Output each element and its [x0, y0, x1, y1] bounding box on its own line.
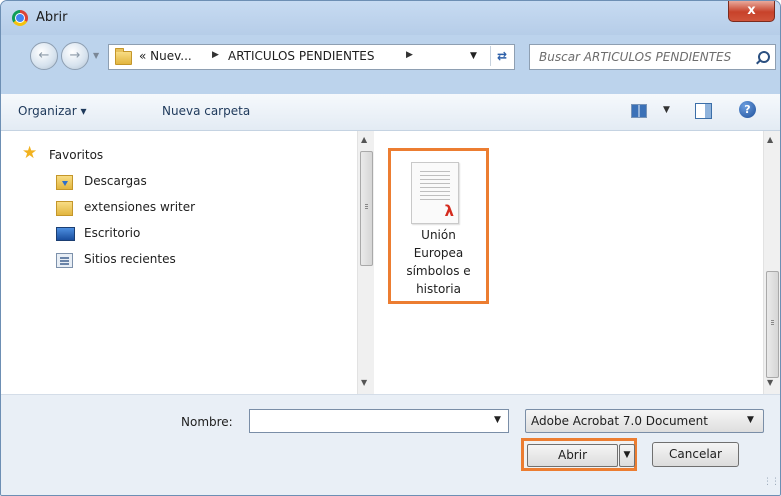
- downloads-folder-icon: [56, 175, 73, 190]
- open-button[interactable]: Abrir: [527, 444, 618, 467]
- file-type-select[interactable]: Adobe Acrobat 7.0 Document ▼: [525, 409, 764, 433]
- sidebar-item-label: extensiones writer: [84, 200, 196, 214]
- resize-grip-icon[interactable]: ⋮⋮: [763, 477, 780, 487]
- chevron-down-icon: ▼: [747, 415, 754, 425]
- navigation-pane: ★ Favoritos Descargas extensiones writer…: [1, 131, 357, 394]
- scroll-grip-icon: [365, 204, 368, 205]
- open-file-dialog: Abrir x ← → ▼ « Nuev... ▶ ARTICULOS PEND…: [0, 0, 781, 496]
- new-folder-button[interactable]: Nueva carpeta: [162, 104, 250, 118]
- sidebar-item-label: Sitios recientes: [84, 252, 176, 266]
- organize-button[interactable]: Organizar ▾: [18, 104, 87, 118]
- refresh-icon: ⇄: [496, 49, 508, 63]
- scroll-down-icon[interactable]: ▼: [361, 378, 367, 387]
- chrome-app-icon: [12, 10, 28, 26]
- scrollbar-thumb[interactable]: [766, 271, 779, 378]
- back-button[interactable]: ←: [30, 42, 58, 70]
- scroll-up-icon[interactable]: ▲: [361, 135, 367, 144]
- bottom-panel: Nombre: ▼ Adobe Acrobat 7.0 Document ▼ A…: [1, 394, 780, 495]
- recent-locations-dropdown-icon[interactable]: ▼: [93, 51, 99, 60]
- sidebar-item-label: Escritorio: [84, 226, 141, 240]
- file-name-label: Nombre:: [181, 415, 233, 429]
- open-button-group: Abrir ▼: [521, 438, 637, 471]
- open-options-dropdown[interactable]: ▼: [619, 444, 635, 467]
- desktop-icon: [56, 227, 75, 241]
- file-pane-scrollbar[interactable]: ▲ ▼: [763, 131, 780, 394]
- star-icon: ★: [22, 143, 38, 163]
- pdf-file-icon: λ: [411, 162, 459, 224]
- search-box[interactable]: [529, 44, 776, 70]
- address-row: ← → ▼ « Nuev... ▶ ARTICULOS PENDIENTES ▶…: [1, 39, 780, 73]
- view-options-dropdown-icon[interactable]: ▼: [663, 105, 670, 115]
- breadcrumb-item-parent[interactable]: « Nuev...: [139, 49, 192, 63]
- file-name-line: Europea: [413, 246, 464, 260]
- scroll-up-icon[interactable]: ▲: [767, 135, 773, 144]
- document-lines: [420, 171, 450, 201]
- folder-icon: [56, 201, 73, 216]
- close-button[interactable]: x: [728, 1, 775, 22]
- forward-arrow-icon: →: [69, 48, 81, 63]
- file-name-dropdown-icon[interactable]: ▼: [494, 415, 501, 425]
- file-name-field[interactable]: [249, 409, 509, 433]
- scroll-grip-icon: [771, 320, 774, 321]
- cancel-button[interactable]: Cancelar: [652, 442, 739, 467]
- preview-pane-icon[interactable]: [695, 103, 712, 119]
- folder-icon: [115, 48, 132, 65]
- file-item-union-europea[interactable]: λ Unión Europea símbolos e historia: [388, 148, 489, 304]
- help-icon[interactable]: ?: [739, 101, 756, 118]
- scroll-down-icon[interactable]: ▼: [767, 378, 773, 387]
- command-toolbar: Organizar ▾ Nueva carpeta ▼ ?: [1, 94, 780, 131]
- sidebar-item-label: Favoritos: [49, 148, 104, 162]
- breadcrumb-separator-icon[interactable]: ▶: [212, 50, 219, 60]
- scrollbar-thumb[interactable]: [360, 151, 373, 266]
- file-list-pane: λ Unión Europea símbolos e historia: [374, 131, 763, 394]
- file-name-line: símbolos e: [406, 264, 471, 278]
- file-name-line: historia: [416, 282, 461, 296]
- address-dropdown-icon[interactable]: ▼: [470, 51, 477, 61]
- title-bar: Abrir x: [1, 1, 780, 35]
- navigation-pane-scrollbar[interactable]: ▲ ▼: [357, 131, 374, 394]
- file-type-value: Adobe Acrobat 7.0 Document: [531, 414, 708, 428]
- file-name: Unión Europea símbolos e historia: [391, 226, 486, 298]
- acrobat-logo-icon: λ: [444, 202, 455, 220]
- window-title: Abrir: [36, 10, 68, 25]
- file-name-line: Unión: [421, 228, 456, 242]
- search-input[interactable]: [530, 45, 750, 69]
- sidebar-item-label: Descargas: [84, 174, 147, 188]
- back-arrow-icon: ←: [38, 48, 50, 63]
- chevron-down-icon: ▼: [623, 450, 631, 460]
- search-icon[interactable]: [758, 51, 770, 63]
- recent-places-icon: [56, 253, 73, 268]
- breadcrumb[interactable]: « Nuev... ▶ ARTICULOS PENDIENTES ▶ ▼ ⇄: [108, 44, 515, 70]
- forward-button[interactable]: →: [61, 42, 89, 70]
- breadcrumb-item-current[interactable]: ARTICULOS PENDIENTES: [228, 49, 375, 63]
- change-view-icon[interactable]: [631, 104, 647, 118]
- refresh-button[interactable]: ⇄: [490, 46, 513, 66]
- breadcrumb-separator-icon[interactable]: ▶: [406, 50, 413, 60]
